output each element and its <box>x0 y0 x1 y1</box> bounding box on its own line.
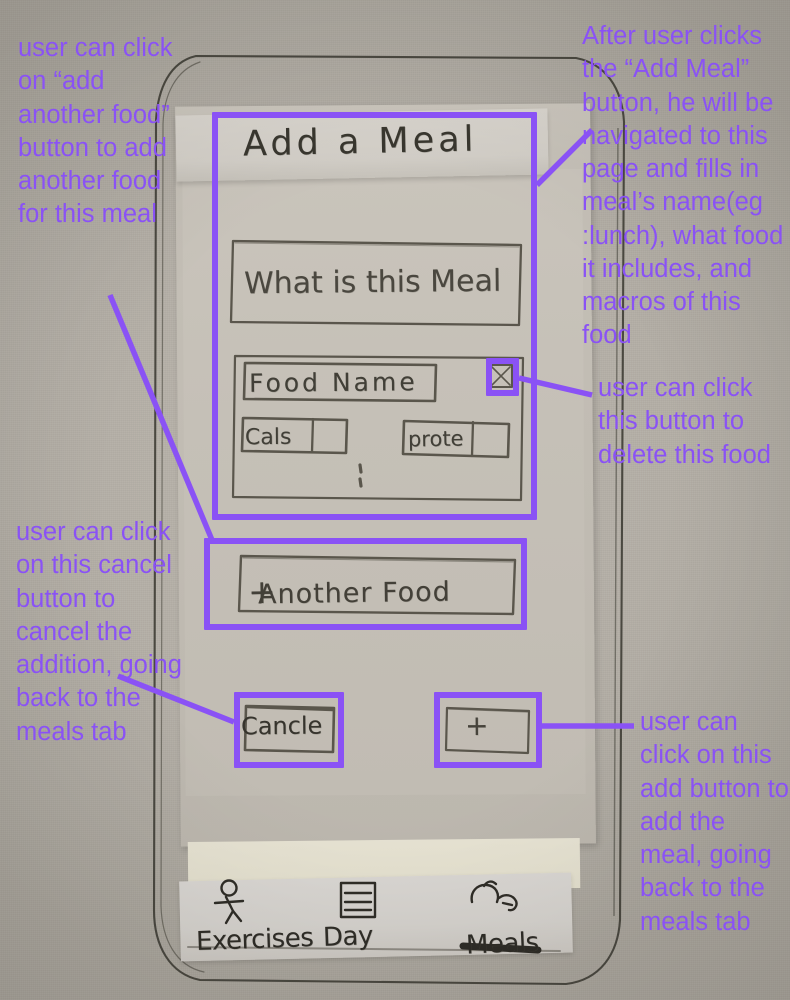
nav-item-meals[interactable]: Meals <box>465 927 539 960</box>
highlight-box-add <box>434 692 542 768</box>
annotation-top-right: After user clicks the “Add Meal” button,… <box>582 22 784 350</box>
annotation-bottom-right: user can click on this add button to add… <box>640 708 789 936</box>
annotation-top-left: user can click on “add another food” but… <box>18 34 173 229</box>
nav-item-day[interactable]: Day <box>322 921 373 953</box>
highlight-box-another-food <box>204 538 527 630</box>
annotation-bottom-left: user can click on this cancel button to … <box>16 518 182 746</box>
highlight-box-delete-food <box>486 358 519 396</box>
annotation-middle-right: user can click this button to delete thi… <box>598 374 771 469</box>
screenshot-canvas: Add a Meal What is this Meal Food Name C… <box>0 0 790 1000</box>
highlight-box-cancel <box>234 692 344 768</box>
nav-item-exercises[interactable]: Exercises <box>196 923 314 957</box>
highlight-box-meal-form <box>212 112 537 520</box>
